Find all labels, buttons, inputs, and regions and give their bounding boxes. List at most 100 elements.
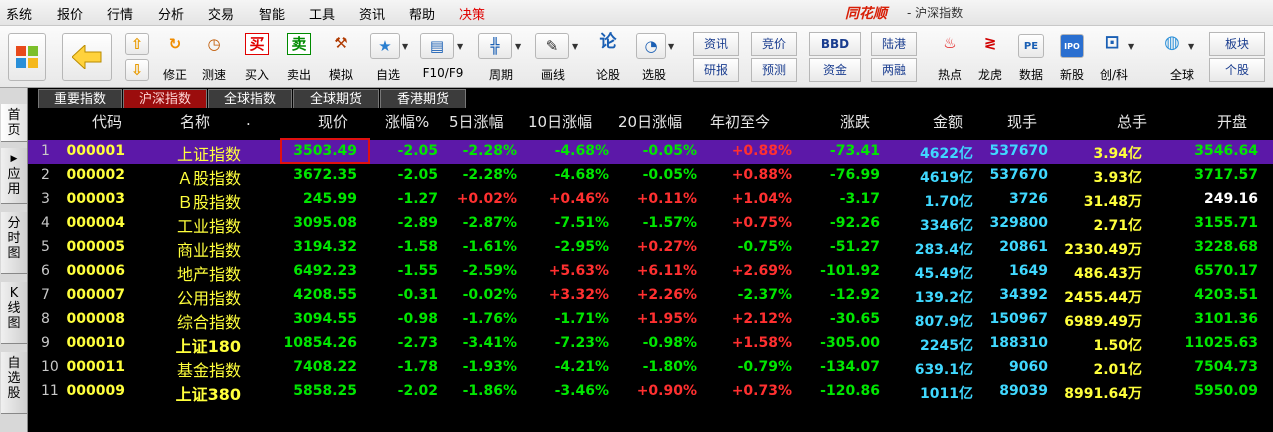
new-stock-button[interactable]: 新股 <box>1052 66 1092 83</box>
speedtest-button[interactable]: 测速 <box>194 66 234 83</box>
cell-10day: -4.21% <box>554 359 609 375</box>
page-up-button[interactable]: ⇧ <box>125 33 149 55</box>
tab-sh-sz-indices[interactable]: 沪深指数 <box>123 89 207 108</box>
col-header-name[interactable]: 名称 <box>180 111 210 132</box>
f10-button[interactable]: F10/F9 <box>418 66 468 80</box>
global-button[interactable]: 全球 <box>1162 66 1202 83</box>
simulate-button[interactable]: 模拟 <box>321 66 361 83</box>
cell-10day: -1.71% <box>554 311 609 327</box>
menu-decision[interactable]: 决策 <box>459 4 485 23</box>
tab-global-indices[interactable]: 全球指数 <box>208 89 292 108</box>
col-header-amount[interactable]: 金额 <box>933 111 963 132</box>
cell-open: 11025.63 <box>1184 335 1258 351</box>
research-button[interactable]: 研报 <box>693 58 739 82</box>
menu-smart[interactable]: 智能 <box>259 4 285 23</box>
side-tab-apps[interactable]: ▶ 应用 <box>1 148 27 204</box>
dropdown-arrow-icon[interactable]: ▼ <box>1188 42 1194 51</box>
col-header-5day[interactable]: 5日涨幅 <box>449 111 504 132</box>
table-row[interactable]: 7 000007 公用指数 4208.55 -0.31 -0.02% +3.32% +2.26… <box>28 284 1273 308</box>
page-down-button[interactable]: ⇩ <box>125 59 149 81</box>
side-tab-watchlist[interactable]: 自选股 <box>1 352 27 414</box>
menu-trade[interactable]: 交易 <box>208 4 234 23</box>
bbd-button[interactable]: BBD <box>809 32 861 56</box>
price-highlight-box <box>280 138 370 164</box>
col-header-ytd[interactable]: 年初至今 <box>710 111 770 132</box>
sector-button[interactable]: 板块 <box>1209 32 1265 56</box>
draw-line-button[interactable]: 画线 <box>533 66 573 83</box>
hammer-icon: ⚒ <box>334 34 348 52</box>
hot-icon: ♨ <box>943 34 957 52</box>
tab-key-indices[interactable]: 重要指数 <box>38 89 122 108</box>
col-header-change-pct[interactable]: 涨幅% <box>385 111 429 132</box>
hk-connect-button[interactable]: 陆港 <box>871 32 917 56</box>
cell-diff: -120.86 <box>820 383 880 399</box>
table-row[interactable]: 10 000011 基金指数 7408.22 -1.78 -1.93% -4.21% -1.8… <box>28 356 1273 380</box>
hotspot-button[interactable]: 热点 <box>930 66 970 83</box>
sell-button[interactable]: 卖出 <box>279 66 319 83</box>
cell-change-pct: -1.58 <box>397 239 438 255</box>
period-button[interactable]: 周期 <box>476 66 526 83</box>
dropdown-arrow-icon[interactable]: ▼ <box>515 42 521 51</box>
forecast-button[interactable]: 预测 <box>751 58 797 82</box>
data-button[interactable]: 数据 <box>1011 66 1051 83</box>
menu-analysis[interactable]: 分析 <box>158 4 184 23</box>
margin-button[interactable]: 两融 <box>871 58 917 82</box>
table-row[interactable]: 2 000002 Ａ股指数 3672.35 -2.05 -2.28% -4.68% -0.05… <box>28 164 1273 188</box>
menu-system[interactable]: 系统 <box>6 4 32 23</box>
col-header-total-vol[interactable]: 总手 <box>1117 111 1147 132</box>
table-row[interactable]: 8 000008 综合指数 3094.55 -0.98 -1.76% -1.71% +1.95… <box>28 308 1273 332</box>
col-header-code[interactable]: 代码 <box>92 111 122 132</box>
side-tab-home[interactable]: 首页 <box>1 104 27 142</box>
cell-name: 商业指数 <box>176 241 241 260</box>
buy-button[interactable]: 买入 <box>237 66 277 83</box>
col-header-10day[interactable]: 10日涨幅 <box>528 111 592 132</box>
col-header-20day[interactable]: 20日涨幅 <box>618 111 682 132</box>
menu-quote[interactable]: 报价 <box>57 4 83 23</box>
menu-tools[interactable]: 工具 <box>309 4 335 23</box>
capital-button[interactable]: 资金 <box>809 58 861 82</box>
cell-ytd: +1.58% <box>731 335 792 351</box>
back-button[interactable] <box>62 33 112 81</box>
single-stock-button[interactable]: 个股 <box>1209 58 1265 82</box>
tab-global-futures[interactable]: 全球期货 <box>293 89 379 108</box>
star-board-button[interactable]: 创/科 <box>1094 66 1134 83</box>
cell-10day: -7.51% <box>554 215 609 231</box>
table-row[interactable]: 5 000005 商业指数 3194.32 -1.58 -1.61% -2.95% +0.27… <box>28 236 1273 260</box>
cell-change-pct: -2.05 <box>397 167 438 183</box>
table-row[interactable]: 6 000006 地产指数 6492.23 -1.55 -2.59% +5.63% +6.11… <box>28 260 1273 284</box>
table-row[interactable]: 1 000001 上证指数 3503.49 -2.05 -2.28% -4.68% -0.05… <box>28 140 1273 164</box>
dropdown-arrow-icon[interactable]: ▼ <box>457 42 463 51</box>
auction-button[interactable]: 竞价 <box>751 32 797 56</box>
cell-10day: -7.23% <box>554 335 609 351</box>
cell-price: 6492.23 <box>293 263 357 279</box>
table-row[interactable]: 11 000009 上证380 5858.25 -2.02 -1.86% -3.46% +0.… <box>28 380 1273 404</box>
col-header-diff[interactable]: 涨跌 <box>840 111 870 132</box>
table-row[interactable]: 9 000010 上证180 10854.26 -2.73 -3.41% -7.23% -0.… <box>28 332 1273 356</box>
table-row[interactable]: 4 000004 工业指数 3095.08 -2.89 -2.87% -7.51% -1.57… <box>28 212 1273 236</box>
col-header-price[interactable]: 现价 <box>318 111 348 132</box>
cell-last-hand: 9060 <box>1009 359 1048 375</box>
dropdown-arrow-icon[interactable]: ▼ <box>668 42 674 51</box>
dropdown-arrow-icon[interactable]: ▼ <box>1128 42 1134 51</box>
layout-button[interactable] <box>8 33 46 81</box>
tab-hk-futures[interactable]: 香港期货 <box>380 89 466 108</box>
cell-price: 3194.32 <box>293 239 357 255</box>
dropdown-arrow-icon[interactable]: ▼ <box>572 42 578 51</box>
menu-help[interactable]: 帮助 <box>409 4 435 23</box>
table-row[interactable]: 3 000003 Ｂ股指数 245.99 -1.27 +0.02% +0.46% +0.11%… <box>28 188 1273 212</box>
col-header-open[interactable]: 开盘 <box>1217 111 1247 132</box>
cell-code: 000002 <box>66 167 125 183</box>
menu-market[interactable]: 行情 <box>107 4 133 23</box>
cell-last-hand: 89039 <box>999 383 1048 399</box>
side-tab-kline[interactable]: K线图 <box>1 282 27 344</box>
menu-news[interactable]: 资讯 <box>359 4 385 23</box>
dragon-tiger-button[interactable]: 龙虎 <box>970 66 1010 83</box>
screener-button[interactable]: 选股 <box>634 66 674 83</box>
fix-button[interactable]: 修正 <box>155 66 195 83</box>
news-button[interactable]: 资讯 <box>693 32 739 56</box>
watchlist-button[interactable]: 自选 <box>368 66 408 83</box>
col-header-last-hand[interactable]: 现手 <box>1007 111 1037 132</box>
dropdown-arrow-icon[interactable]: ▼ <box>402 42 408 51</box>
discuss-stock-button[interactable]: 论股 <box>588 66 628 83</box>
side-tab-intraday[interactable]: 分时图 <box>1 212 27 274</box>
